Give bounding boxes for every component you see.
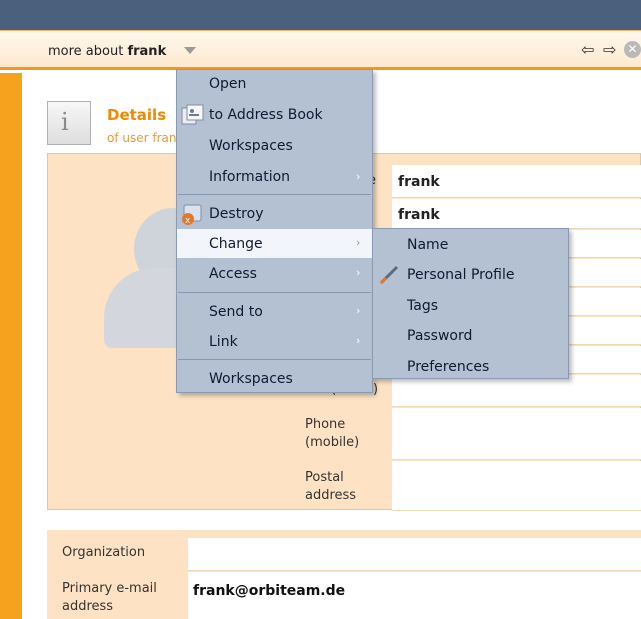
email-label: Primary e-mail address xyxy=(62,581,157,614)
chevron-right-icon: › xyxy=(356,304,361,317)
change-submenu xyxy=(372,228,569,379)
info-icon-glyph: i xyxy=(61,108,69,136)
menu-item-workspaces-2[interactable]: Workspaces xyxy=(209,371,293,387)
email-value: frank@orbiteam.de xyxy=(193,583,346,599)
postal-address-label: Postal address xyxy=(305,470,357,503)
forward-arrow-icon[interactable]: ⇨ xyxy=(603,40,616,59)
info-icon xyxy=(47,101,91,145)
fax-home-field[interactable] xyxy=(392,375,641,407)
postal-address-field[interactable] xyxy=(392,461,641,511)
menu-highlight xyxy=(177,229,372,258)
pencil-icon xyxy=(379,265,399,285)
menu-separator xyxy=(178,292,371,293)
details-title: Details xyxy=(107,106,167,124)
submenu-item-tags[interactable]: Tags xyxy=(407,298,438,314)
chevron-right-icon: › xyxy=(356,266,361,279)
chevron-right-icon: › xyxy=(356,170,361,183)
back-arrow-icon[interactable]: ⇦ xyxy=(581,40,594,59)
left-margin xyxy=(22,73,34,619)
phone-mobile-field[interactable] xyxy=(392,408,641,460)
close-icon[interactable]: ✕ xyxy=(624,41,641,58)
menu-item-change[interactable]: Change xyxy=(209,236,263,252)
chevron-right-icon: › xyxy=(356,334,361,347)
destroy-icon: x xyxy=(182,204,202,226)
name-field[interactable]: frank xyxy=(392,165,641,198)
submenu-item-preferences[interactable]: Preferences xyxy=(407,359,489,375)
phone-mobile-label: Phone (mobile) xyxy=(305,417,360,450)
page-title: more about frank xyxy=(48,44,166,59)
menu-item-destroy[interactable]: Destroy xyxy=(209,206,263,222)
svg-text:x: x xyxy=(185,216,191,226)
menu-item-open[interactable]: Open xyxy=(209,76,246,92)
menu-item-link[interactable]: Link xyxy=(209,334,238,350)
window-title-bar xyxy=(0,0,641,30)
menu-separator xyxy=(178,359,371,360)
address-book-icon xyxy=(181,104,204,125)
chevron-down-icon[interactable] xyxy=(184,47,196,54)
menu-item-send-to[interactable]: Send to xyxy=(209,304,263,320)
submenu-item-password[interactable]: Password xyxy=(407,328,472,344)
details-subtitle: of user frank xyxy=(107,131,177,145)
menu-item-to-address-book[interactable]: to Address Book xyxy=(209,107,323,123)
organization-field[interactable] xyxy=(188,538,641,571)
menu-item-information[interactable]: Information xyxy=(209,169,290,185)
page-title-user: frank xyxy=(127,44,167,59)
left-accent-strip xyxy=(0,73,22,619)
chevron-right-icon: › xyxy=(356,236,361,249)
menu-separator xyxy=(178,194,371,195)
menu-item-access[interactable]: Access xyxy=(209,266,257,282)
menu-item-workspaces[interactable]: Workspaces xyxy=(209,138,293,154)
second-name-field[interactable]: frank xyxy=(392,199,641,229)
page-title-prefix: more about xyxy=(48,44,124,59)
submenu-item-personal-profile[interactable]: Personal Profile xyxy=(407,267,515,283)
submenu-item-name[interactable]: Name xyxy=(407,237,448,253)
organization-label: Organization xyxy=(62,545,146,560)
